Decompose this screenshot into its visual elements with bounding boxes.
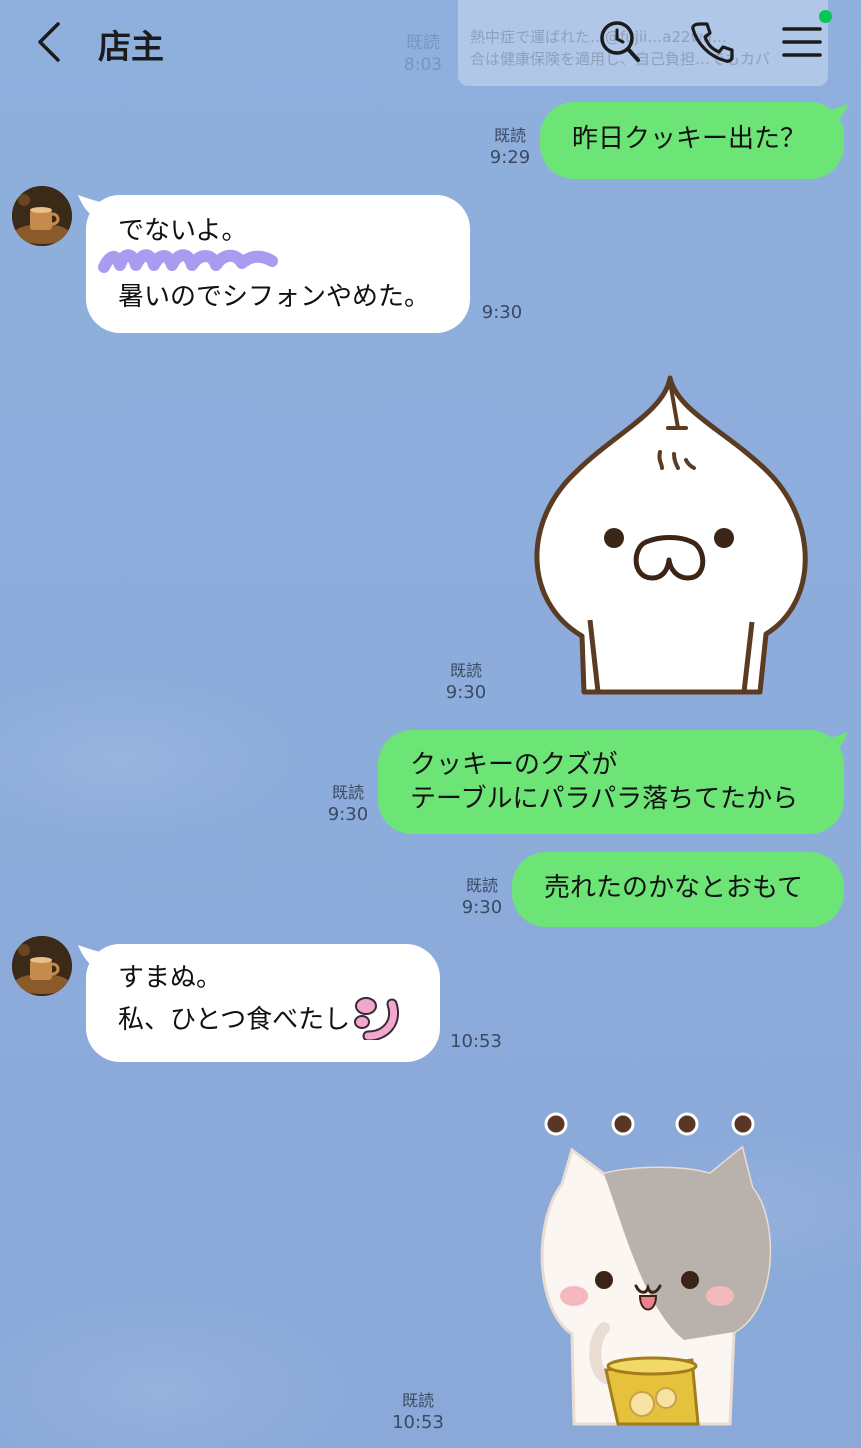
message-meta: 既読 9:30 <box>436 660 496 704</box>
message-meta: 10:53 <box>448 1031 504 1053</box>
read-label: 既読 <box>493 126 526 145</box>
chat-header: 店主 <box>0 0 861 90</box>
message-time: 9:30 <box>327 804 369 825</box>
chat-bubble-sent[interactable]: 売れたのかなとおもて <box>512 852 844 927</box>
message-meta: 既読 9:30 <box>452 875 512 919</box>
message-meta: 既読 9:30 <box>318 782 378 826</box>
chat-bubble-sent[interactable]: クッキーのクズが テーブルにパラパラ落ちてたから <box>378 730 844 834</box>
message-meta: 既読 10:53 <box>390 1390 446 1434</box>
chat-title: 店主 <box>98 27 164 66</box>
message-time: 10:53 <box>450 1031 502 1052</box>
notification-dot <box>819 10 832 23</box>
message-time: 9:30 <box>461 897 503 918</box>
avatar[interactable] <box>12 936 72 996</box>
coffee-cup-avatar-icon <box>12 186 72 246</box>
message-text: 売れたのかなとおもて <box>544 873 803 903</box>
message-meta: 9:30 <box>476 302 528 324</box>
message-text: 私、ひとつ食べたし <box>118 1005 351 1035</box>
chat-bubble-received[interactable]: でないよ。 暑いのでシフォンやめた。 <box>86 195 470 333</box>
message-text-line-3: 暑いのでシフォンやめた。 <box>118 282 431 312</box>
phone-icon <box>691 22 734 63</box>
chat-bubble-sent[interactable]: 昨日クッキー出た？ <box>540 102 844 179</box>
search-button[interactable] <box>596 18 644 66</box>
message-time: 9:30 <box>481 302 523 323</box>
menu-icon <box>782 27 822 57</box>
onion-cat-sticker-image <box>534 375 808 695</box>
chat-bubble-received[interactable]: すまぬ。 私、ひとつ食べたし <box>86 944 440 1062</box>
message-meta: 既読 9:29 <box>480 125 540 169</box>
gray-cat-cookie-sticker-image <box>540 1112 772 1426</box>
search-icon <box>600 21 640 62</box>
message-text: 昨日クッキー出た？ <box>572 124 807 154</box>
back-button[interactable] <box>30 20 70 64</box>
gray-cat-cookie-sticker[interactable] <box>534 1108 780 1428</box>
message-time: 9:30 <box>445 682 487 703</box>
chevron-left-icon <box>38 22 60 62</box>
message-text-line-2: テーブルにパラパラ落ちてたから <box>410 784 799 814</box>
avatar[interactable] <box>12 186 72 246</box>
message-time: 10:53 <box>392 1412 444 1433</box>
read-label: 既読 <box>465 876 498 895</box>
read-label: 既読 <box>449 661 482 680</box>
onion-cat-sticker[interactable] <box>528 372 816 696</box>
message-text-line-2: 私、ひとつ食べたし <box>118 996 402 1040</box>
message-time: 9:29 <box>489 147 531 168</box>
read-label: 既読 <box>401 1391 434 1410</box>
redaction-scribble <box>98 249 278 273</box>
message-text-line-1: クッキーのクズが <box>410 750 618 780</box>
coffee-cup-avatar-icon <box>12 936 72 996</box>
call-button[interactable] <box>688 18 736 66</box>
read-label: 既読 <box>331 783 364 802</box>
menu-button[interactable] <box>778 18 826 66</box>
message-text-line-1: すまぬ。 <box>118 963 223 993</box>
pink-squiggle-emoji-icon <box>354 996 400 1040</box>
